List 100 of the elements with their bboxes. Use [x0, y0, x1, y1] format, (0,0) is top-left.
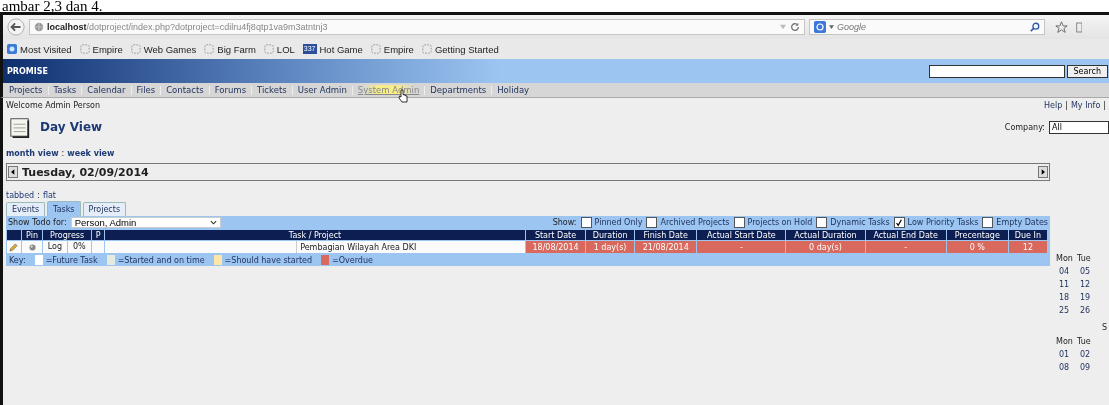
table-cell: Pembagian Wilayah Area DKI	[105, 241, 525, 253]
globe-icon	[34, 22, 44, 32]
calendar-day[interactable]: 05	[1077, 267, 1093, 276]
search-field[interactable]: Google	[837, 22, 1027, 32]
calendar-day[interactable]: 02	[1077, 350, 1093, 359]
bookmark-link[interactable]: Getting Started	[421, 43, 499, 55]
nav-link[interactable]: Calendar	[82, 85, 131, 95]
calendar-day[interactable]: 08	[1056, 363, 1072, 372]
clipboard-icon[interactable]	[1076, 20, 1082, 34]
legend-label: =Started and on time	[117, 255, 205, 265]
log-link[interactable]: Log	[43, 241, 67, 253]
table-cell: 12	[1008, 241, 1047, 253]
bookmark-link[interactable]: Big Farm	[204, 43, 256, 55]
column-header: Start Date	[525, 230, 586, 240]
checkbox[interactable]	[982, 217, 994, 228]
checkbox[interactable]	[816, 217, 828, 228]
blank-page-icon	[130, 44, 141, 54]
chevron-down-icon	[209, 220, 217, 225]
column-header: Progress	[43, 230, 92, 240]
nav-link[interactable]: User Admin	[292, 85, 352, 95]
checkbox[interactable]	[580, 217, 592, 228]
pencil-icon[interactable]	[9, 242, 18, 252]
star-icon[interactable]	[1055, 20, 1068, 34]
table-cell: 0 day(s)	[786, 241, 865, 253]
checkbox[interactable]	[646, 217, 658, 228]
calendar-day[interactable]: 11	[1056, 280, 1072, 289]
nav-link[interactable]: Tickets	[252, 85, 292, 95]
calendar-day[interactable]: 18	[1056, 293, 1072, 302]
date-heading: Tuesday, 02/09/2014	[22, 165, 149, 179]
weekday-label: Mon	[1056, 337, 1072, 346]
blank-page-icon	[204, 44, 215, 54]
search-field[interactable]	[928, 64, 1065, 78]
column-header: P	[92, 230, 105, 240]
column-header: Duration	[586, 230, 635, 240]
pin-dot-icon[interactable]	[28, 243, 36, 251]
table-cell: 21/08/2014	[635, 241, 697, 253]
right-triangle-icon	[1041, 169, 1045, 175]
legend-label: =Overdue	[332, 255, 373, 265]
calendar-month-title: S	[1100, 323, 1108, 334]
blank-page-icon	[421, 44, 432, 54]
progress-value: 0%	[67, 241, 92, 253]
nav-link[interactable]: Departments	[425, 85, 492, 95]
nav-link[interactable]: Holiday	[492, 85, 535, 95]
site-icon	[7, 44, 17, 54]
previous-day-button[interactable]	[8, 166, 18, 178]
company-field[interactable]: All	[1049, 120, 1109, 134]
calendar-day[interactable]: 12	[1077, 280, 1093, 289]
weekday-label: Mon	[1056, 254, 1072, 263]
column-header: Task / Project	[105, 230, 525, 240]
search-icon[interactable]	[1030, 22, 1040, 32]
legend-label: =Should have started	[224, 255, 313, 265]
calendar-day[interactable]: 26	[1077, 306, 1093, 315]
table-cell: -	[865, 241, 946, 253]
welcome-text: Welcome Admin Person	[6, 100, 101, 110]
bookmark-link[interactable]: Empire	[370, 43, 414, 55]
column-header: Precentage	[946, 230, 1008, 240]
column-header: Actual End Date	[865, 230, 946, 240]
view-link[interactable]: month view	[6, 148, 59, 158]
table-cell: -	[697, 241, 786, 253]
checkbox[interactable]	[893, 217, 905, 228]
calendar-day[interactable]: 01	[1056, 350, 1072, 359]
link-separator: |	[1065, 100, 1068, 110]
tab[interactable]: Projects	[82, 202, 127, 216]
nav-link[interactable]: Projects	[4, 85, 48, 95]
tab[interactable]: Events	[6, 202, 46, 216]
column-header: Actual Duration	[786, 230, 865, 240]
bookmark-link[interactable]: Web Games	[130, 43, 197, 55]
bookmark-link[interactable]: LOL	[263, 43, 295, 55]
table-cell: 1 day(s)	[586, 241, 635, 253]
calendar-day[interactable]: 19	[1077, 293, 1093, 302]
tab[interactable]: Tasks	[47, 201, 81, 216]
column-header: Finish Date	[635, 230, 697, 240]
header-link[interactable]: My Info	[1070, 100, 1101, 110]
page-title: Day View	[40, 120, 103, 134]
key-label: Key:	[9, 255, 26, 265]
search-box[interactable]: Google	[809, 19, 1045, 35]
nav-link[interactable]: Tasks	[48, 85, 82, 95]
dropdown-triangle-icon[interactable]	[829, 25, 834, 29]
calendar-day[interactable]: 25	[1056, 306, 1072, 315]
address-bar[interactable]: localhost/dotproject/index.php?dotproject=cdilru4fj8qtp1va9m3atntnj3	[29, 19, 805, 35]
checkbox[interactable]	[733, 217, 745, 228]
bookmark-link[interactable]: Empire	[79, 43, 123, 55]
reload-icon[interactable]	[790, 22, 800, 32]
view-mode-link[interactable]: flat	[42, 190, 56, 200]
person-select[interactable]: Person, Admin	[70, 217, 221, 228]
nav-link[interactable]: Files	[131, 85, 161, 95]
calendar-day[interactable]: 04	[1056, 267, 1072, 276]
view-link[interactable]: week view	[67, 148, 115, 158]
column-header: Pin	[22, 230, 43, 240]
nav-link[interactable]: Forums	[209, 85, 252, 95]
header-link[interactable]: Help	[1044, 100, 1063, 110]
table-cell: 0 %	[946, 241, 1008, 253]
checkbox-label: Pinned Only	[594, 218, 643, 227]
blank-page-icon	[79, 44, 90, 54]
bookmark-link[interactable]: Most Visited	[7, 43, 72, 55]
search-button[interactable]: Search	[1066, 64, 1108, 78]
next-day-button[interactable]	[1038, 166, 1048, 178]
view-mode-link[interactable]: tabbed	[6, 190, 35, 200]
calendar-day[interactable]: 09	[1077, 363, 1093, 372]
nav-link[interactable]: Contacts	[161, 85, 209, 95]
